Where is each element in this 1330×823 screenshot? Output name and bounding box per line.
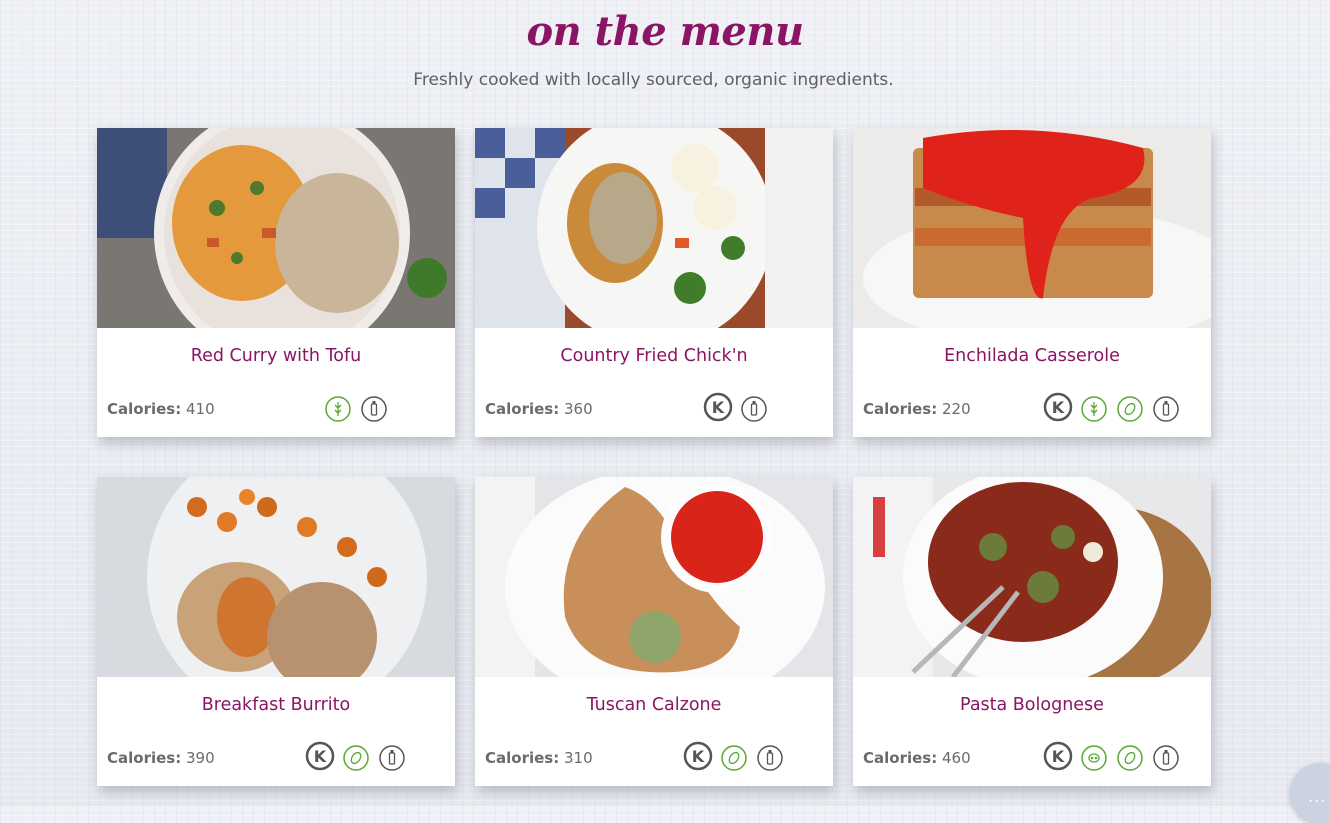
kosher-icon: K: [305, 741, 335, 771]
calories-label: Calories:: [107, 749, 182, 767]
dairy-free-icon: [1151, 392, 1181, 422]
kosher-icon: K: [1043, 392, 1073, 422]
food-photo: [97, 128, 455, 328]
kosher-letter: K: [314, 747, 327, 766]
menu-card-breakfast-burrito[interactable]: Breakfast Burrito Calories: 390 K: [97, 477, 455, 786]
nut-free-icon: [1115, 392, 1145, 422]
nut-free-icon: [341, 741, 371, 771]
calories-label: Calories:: [863, 400, 938, 418]
diet-badges: K: [683, 741, 785, 773]
diet-badges: K: [305, 741, 407, 773]
calories-value: 220: [942, 400, 971, 418]
dairy-free-icon: [739, 392, 769, 422]
menu-card-pasta-bolognese[interactable]: Pasta Bolognese Calories: 460 K: [853, 477, 1211, 786]
food-photo: [475, 128, 833, 328]
menu-card-red-curry[interactable]: Red Curry with Tofu Calories: 410: [97, 128, 455, 437]
food-photo: [97, 477, 455, 677]
dairy-free-icon: [377, 741, 407, 771]
diet-badges: K: [1043, 741, 1181, 773]
calories-text: Calories: 410: [107, 400, 215, 418]
menu-item-name: Enchilada Casserole: [944, 346, 1120, 366]
diet-badges: [323, 392, 389, 424]
nut-free-icon: [1115, 741, 1145, 771]
menu-item-name: Tuscan Calzone: [586, 695, 722, 715]
menu-card-enchilada-casserole[interactable]: Enchilada Casserole Calories: 220 K: [853, 128, 1211, 437]
calories-text: Calories: 390: [107, 749, 215, 767]
page-subtitle: Freshly cooked with locally sourced, org…: [413, 70, 894, 90]
menu-item-name: Pasta Bolognese: [960, 695, 1104, 715]
menu-item-name: Red Curry with Tofu: [190, 346, 362, 366]
calories-value: 390: [186, 749, 215, 767]
dairy-free-icon: [359, 392, 389, 422]
calories-value: 410: [186, 400, 215, 418]
calories-value: 460: [942, 749, 971, 767]
dairy-free-icon: [755, 741, 785, 771]
kosher-icon: K: [683, 741, 713, 771]
diet-badges: K: [703, 392, 769, 424]
calories-label: Calories:: [485, 749, 560, 767]
food-photo: [853, 477, 1211, 677]
calories-text: Calories: 460: [863, 749, 971, 767]
kosher-letter: K: [692, 747, 705, 766]
gluten-free-icon: [1079, 392, 1109, 422]
page-title: on the menu: [526, 8, 804, 55]
chat-button[interactable]: ...: [1290, 763, 1330, 823]
menu-item-name: Country Fried Chick'n: [560, 346, 748, 366]
calories-label: Calories:: [863, 749, 938, 767]
calories-value: 310: [564, 749, 593, 767]
calories-label: Calories:: [485, 400, 560, 418]
food-photo: [853, 128, 1211, 328]
kosher-icon: K: [703, 392, 733, 422]
kosher-letter: K: [712, 398, 725, 417]
calories-text: Calories: 360: [485, 400, 593, 418]
diet-badges: K: [1043, 392, 1181, 424]
food-photo: [475, 477, 833, 677]
dairy-free-icon: [1151, 741, 1181, 771]
calories-text: Calories: 310: [485, 749, 593, 767]
menu-card-tuscan-calzone[interactable]: Tuscan Calzone Calories: 310 K: [475, 477, 833, 786]
kosher-letter: K: [1052, 398, 1065, 417]
calories-text: Calories: 220: [863, 400, 971, 418]
menu-item-name: Breakfast Burrito: [201, 695, 351, 715]
calories-value: 360: [564, 400, 593, 418]
calories-label: Calories:: [107, 400, 182, 418]
soy-free-icon: [1079, 741, 1109, 771]
kosher-letter: K: [1052, 747, 1065, 766]
chat-bubble-icon: ...: [1308, 787, 1327, 806]
nut-free-icon: [719, 741, 749, 771]
menu-card-country-fried-chickn[interactable]: Country Fried Chick'n Calories: 360 K: [475, 128, 833, 437]
kosher-icon: K: [1043, 741, 1073, 771]
gluten-free-icon: [323, 392, 353, 422]
